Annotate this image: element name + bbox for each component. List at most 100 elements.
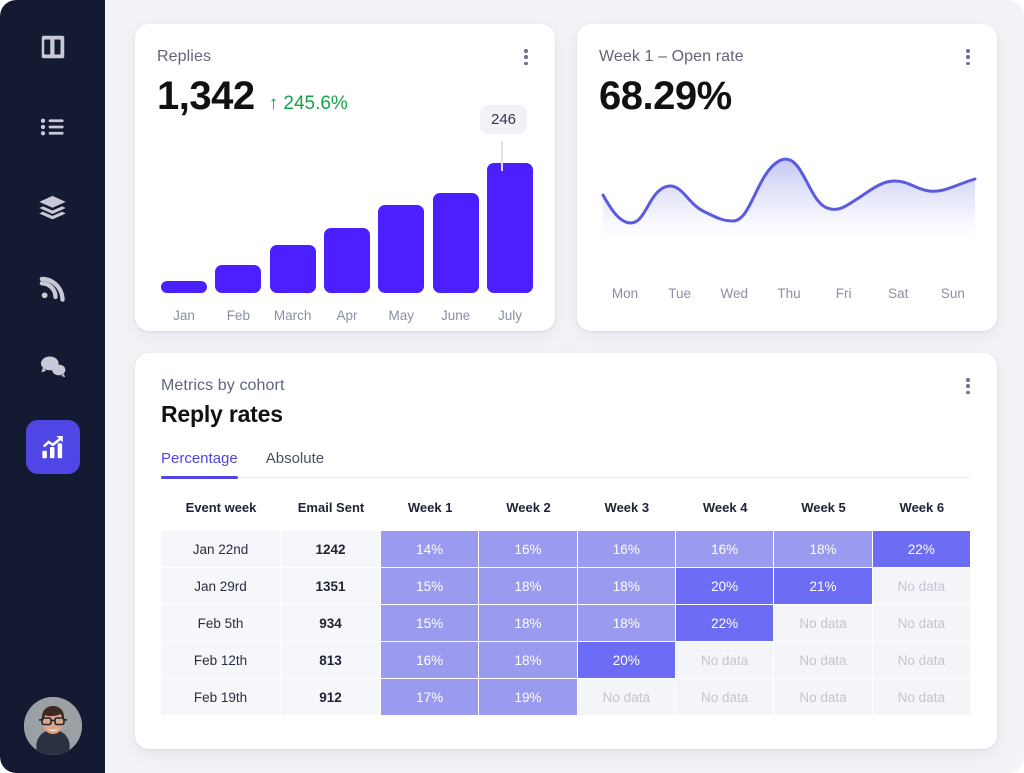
analytics-chart-icon: [38, 432, 68, 462]
column-header-week-1: Week 1: [381, 492, 479, 531]
cell-email-sent: 934: [281, 605, 381, 642]
bar-col: [433, 153, 479, 293]
sidebar: [0, 0, 105, 773]
sidebar-item-messages[interactable]: [26, 340, 80, 394]
chat-bubbles-icon: [37, 351, 69, 383]
line-axis-labels: Mon Tue Wed Thu Fri Sat Sun: [599, 286, 979, 301]
bar-col: [215, 153, 261, 293]
app-window: Replies 1,342 ↑ 245.6% 246: [0, 0, 1024, 773]
user-avatar[interactable]: [24, 697, 82, 755]
column-header-week-2: Week 2: [479, 492, 577, 531]
open-rate-label: Week 1 – Open rate: [599, 48, 975, 66]
tab-percentage[interactable]: Percentage: [161, 450, 238, 477]
cell-week-6: 22%: [873, 531, 971, 568]
sidebar-item-list[interactable]: [26, 100, 80, 154]
open-rate-value: 68.29%: [599, 74, 975, 119]
kebab-menu-icon[interactable]: [959, 375, 977, 397]
layers-icon: [37, 192, 68, 223]
cell-week-1: 14%: [381, 531, 479, 568]
bar[interactable]: [487, 163, 533, 293]
cell-week-1: 16%: [381, 642, 479, 679]
line-axis-label: Sat: [876, 286, 920, 301]
sidebar-item-feed[interactable]: [26, 260, 80, 314]
bar-axis-label: May: [378, 308, 424, 323]
table-row: Jan 29rd135115%18%18%20%21%No data: [161, 568, 971, 605]
cell-email-sent: 1351: [281, 568, 381, 605]
cell-week-5: 21%: [774, 568, 872, 605]
column-header-week-3: Week 3: [578, 492, 676, 531]
table-row: Feb 5th93415%18%18%22%No dataNo data: [161, 605, 971, 642]
cell-email-sent: 1242: [281, 531, 381, 568]
bar-group: [157, 153, 537, 293]
sidebar-item-analytics[interactable]: [26, 420, 80, 474]
cell-event-week: Feb 5th: [161, 605, 281, 642]
replies-card: Replies 1,342 ↑ 245.6% 246: [135, 24, 555, 331]
column-header-event-week: Event week: [161, 492, 281, 531]
list-icon: [38, 112, 68, 142]
bar[interactable]: [161, 281, 207, 293]
replies-bar-chart: 246 Jan Feb March: [157, 141, 537, 331]
cell-week-4: No data: [676, 642, 774, 679]
bar-col: [324, 153, 370, 293]
bar[interactable]: [324, 228, 370, 293]
cell-week-5: No data: [774, 642, 872, 679]
cell-week-3: 18%: [578, 568, 676, 605]
cell-week-6: No data: [873, 642, 971, 679]
bar[interactable]: [433, 193, 479, 293]
table-row: Feb 19th91217%19%No dataNo dataNo dataNo…: [161, 679, 971, 716]
cohort-table-head: Event week Email Sent Week 1 Week 2 Week…: [161, 492, 971, 531]
bar[interactable]: [215, 265, 261, 293]
column-header-week-4: Week 4: [676, 492, 774, 531]
bar-axis-label: June: [433, 308, 479, 323]
replies-value: 1,342: [157, 74, 255, 119]
cell-email-sent: 912: [281, 679, 381, 716]
cohort-table-body: Jan 22nd124214%16%16%16%18%22%Jan 29rd13…: [161, 531, 971, 716]
cell-event-week: Jan 22nd: [161, 531, 281, 568]
column-header-week-6: Week 6: [873, 492, 971, 531]
sidebar-item-layers[interactable]: [26, 180, 80, 234]
cell-event-week: Feb 19th: [161, 679, 281, 716]
cell-week-2: 19%: [479, 679, 577, 716]
sidebar-nav: [0, 0, 105, 500]
kebab-menu-icon[interactable]: [959, 46, 977, 68]
line-axis-label: Wed: [712, 286, 756, 301]
table-row: Feb 12th81316%18%20%No dataNo dataNo dat…: [161, 642, 971, 679]
column-header-week-5: Week 5: [774, 492, 872, 531]
bar-axis-labels: Jan Feb March Apr May June July: [157, 308, 537, 323]
bar[interactable]: [270, 245, 316, 293]
bar-tooltip-badge: 246: [480, 105, 527, 134]
cell-week-2: 16%: [479, 531, 577, 568]
tab-absolute[interactable]: Absolute: [266, 450, 324, 477]
replies-delta: ↑ 245.6%: [269, 93, 348, 115]
cell-week-1: 17%: [381, 679, 479, 716]
line-chart-svg: [599, 151, 979, 261]
line-axis-label: Fri: [822, 286, 866, 301]
cell-week-4: 20%: [676, 568, 774, 605]
cell-week-1: 15%: [381, 605, 479, 642]
cell-week-5: No data: [774, 679, 872, 716]
cohort-tabs: Percentage Absolute: [161, 450, 971, 478]
cohort-table: Event week Email Sent Week 1 Week 2 Week…: [161, 492, 971, 716]
bar-col: [270, 153, 316, 293]
layout-dashboard-icon: [38, 32, 68, 62]
cell-week-2: 18%: [479, 605, 577, 642]
bar[interactable]: [378, 205, 424, 293]
cell-email-sent: 813: [281, 642, 381, 679]
bar-axis-label: Apr: [324, 308, 370, 323]
cell-event-week: Jan 29rd: [161, 568, 281, 605]
kebab-menu-icon[interactable]: [517, 46, 535, 68]
open-rate-line-chart: Mon Tue Wed Thu Fri Sat Sun: [599, 151, 979, 331]
cell-week-2: 18%: [479, 568, 577, 605]
cohort-title: Reply rates: [161, 401, 971, 428]
cell-week-6: No data: [873, 605, 971, 642]
line-axis-label: Thu: [767, 286, 811, 301]
cell-week-4: No data: [676, 679, 774, 716]
cell-week-6: No data: [873, 568, 971, 605]
cell-event-week: Feb 12th: [161, 642, 281, 679]
line-axis-label: Sun: [931, 286, 975, 301]
cell-week-3: No data: [578, 679, 676, 716]
replies-card-label: Replies: [157, 48, 533, 66]
cell-week-2: 18%: [479, 642, 577, 679]
sidebar-item-dashboard[interactable]: [26, 20, 80, 74]
table-header-row: Event week Email Sent Week 1 Week 2 Week…: [161, 492, 971, 531]
